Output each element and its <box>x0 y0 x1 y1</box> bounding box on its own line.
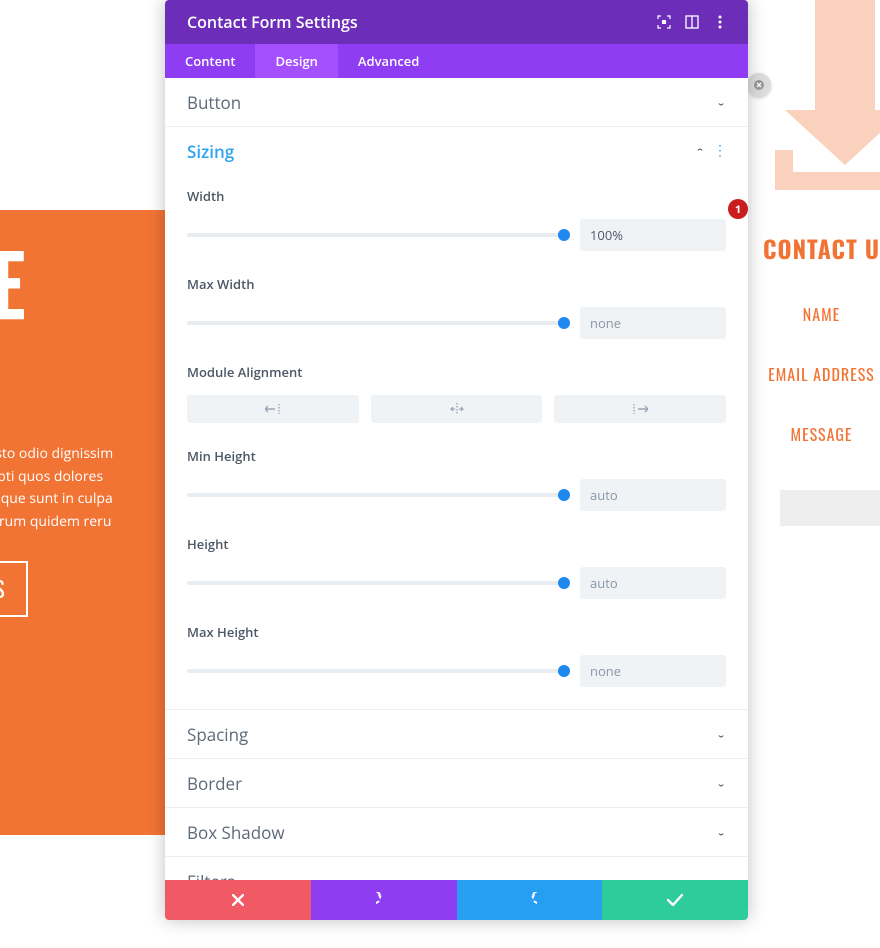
value-height[interactable]: auto <box>580 567 726 599</box>
tab-content[interactable]: Content <box>165 44 255 78</box>
slider-max-width[interactable] <box>187 321 564 325</box>
align-center-button[interactable] <box>371 395 543 423</box>
slider-width[interactable] <box>187 233 564 237</box>
hero-cta-button[interactable]: CES <box>0 561 28 617</box>
settings-modal: Contact Form Settings Content Design Adv… <box>165 0 748 920</box>
label-width: Width <box>187 187 726 205</box>
value-width[interactable]: 100% <box>580 219 726 251</box>
slider-thumb[interactable] <box>558 665 570 677</box>
overlay-close-button[interactable] <box>747 73 771 97</box>
contact-field-email: EMAIL ADDRESS <box>763 362 880 386</box>
chevron-down-icon: ⌄ <box>716 875 726 880</box>
value-min-height[interactable]: auto <box>580 479 726 511</box>
control-max-width: Max Width none <box>187 263 726 351</box>
action-bar <box>165 880 748 920</box>
section-button: Button ⌄ <box>165 78 748 126</box>
slider-height[interactable] <box>187 581 564 585</box>
annotation-badge-1: 1 <box>728 199 748 219</box>
hero-orange-panel: AM LEMPO cusamus et iusto odio dignissim… <box>0 210 165 835</box>
tab-design[interactable]: Design <box>255 44 337 78</box>
slider-thumb[interactable] <box>558 229 570 241</box>
contact-submit-placeholder <box>780 490 880 526</box>
hero-heading: AM LEMPO <box>0 240 165 411</box>
control-height: Height auto <box>187 523 726 611</box>
section-body-sizing: Width 100% 1 Max Width none <box>165 175 748 709</box>
slider-thumb[interactable] <box>558 577 570 589</box>
value-max-height[interactable]: none <box>580 655 726 687</box>
section-border: Border ⌄ <box>165 758 748 807</box>
align-left-button[interactable] <box>187 395 359 423</box>
modal-title: Contact Form Settings <box>187 11 648 33</box>
control-max-height: Max Height none <box>187 611 726 699</box>
contact-heading: CONTACT US <box>763 230 880 266</box>
label-max-height: Max Height <box>187 623 726 641</box>
tabs: Content Design Advanced <box>165 44 748 78</box>
tab-advanced[interactable]: Advanced <box>338 44 439 78</box>
slider-min-height[interactable] <box>187 493 564 497</box>
expand-icon[interactable] <box>652 10 676 34</box>
section-header-spacing[interactable]: Spacing ⌄ <box>165 710 748 758</box>
chevron-down-icon: ⌄ <box>716 777 726 789</box>
section-box-shadow: Box Shadow ⌄ <box>165 807 748 856</box>
contact-field-message: MESSAGE <box>763 422 880 446</box>
label-max-width: Max Width <box>187 275 726 293</box>
grid-icon[interactable] <box>680 10 704 34</box>
chevron-down-icon: ⌄ <box>716 826 726 838</box>
chevron-down-icon: ⌄ <box>716 728 726 740</box>
control-alignment: Module Alignment <box>187 351 726 435</box>
section-sizing: Sizing ⌄ ⋮ Width 100% 1 Max Width <box>165 126 748 709</box>
section-header-border[interactable]: Border ⌄ <box>165 759 748 807</box>
chevron-down-icon: ⌄ <box>716 96 726 108</box>
save-button[interactable] <box>602 880 748 920</box>
kebab-icon[interactable] <box>708 10 732 34</box>
slider-thumb[interactable] <box>558 489 570 501</box>
section-header-filters[interactable]: Filters ⌄ <box>165 857 748 880</box>
slider-thumb[interactable] <box>558 317 570 329</box>
cancel-button[interactable] <box>165 880 311 920</box>
section-header-sizing[interactable]: Sizing ⌄ ⋮ <box>165 127 748 175</box>
contact-field-name: NAME <box>763 302 880 326</box>
redo-button[interactable] <box>457 880 603 920</box>
download-icon <box>775 0 880 200</box>
section-header-box-shadow[interactable]: Box Shadow ⌄ <box>165 808 748 856</box>
chevron-up-icon: ⌄ <box>695 145 705 157</box>
value-max-width[interactable]: none <box>580 307 726 339</box>
control-min-height: Min Height auto <box>187 435 726 523</box>
section-filters: Filters ⌄ <box>165 856 748 880</box>
label-min-height: Min Height <box>187 447 726 465</box>
section-spacing: Spacing ⌄ <box>165 709 748 758</box>
hero-paragraph: cusamus et iusto odio dignissim iti atqu… <box>0 443 165 533</box>
contact-form-preview: CONTACT US NAME EMAIL ADDRESS MESSAGE <box>763 230 880 526</box>
align-right-button[interactable] <box>554 395 726 423</box>
undo-button[interactable] <box>311 880 457 920</box>
control-width: Width 100% 1 <box>187 175 726 263</box>
label-alignment: Module Alignment <box>187 363 726 381</box>
label-height: Height <box>187 535 726 553</box>
modal-body[interactable]: Button ⌄ Sizing ⌄ ⋮ Width 100% 1 <box>165 78 748 880</box>
slider-max-height[interactable] <box>187 669 564 673</box>
modal-header: Contact Form Settings <box>165 0 748 44</box>
section-header-button[interactable]: Button ⌄ <box>165 78 748 126</box>
